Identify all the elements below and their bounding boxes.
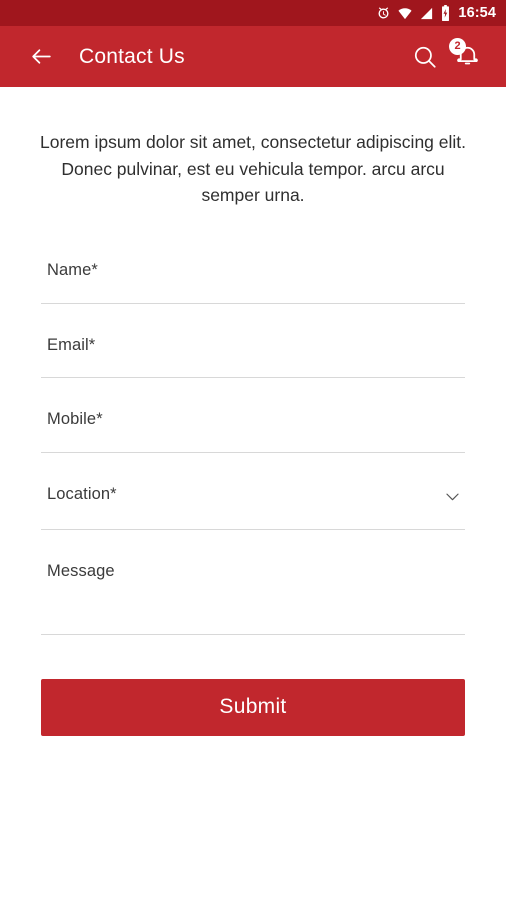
notification-badge: 2 [449,37,466,55]
status-bar: 16:54 [0,0,506,26]
page-title: Contact Us [79,44,185,68]
arrow-left-icon [31,49,51,64]
back-button[interactable] [24,40,58,74]
submit-button[interactable]: Submit [41,678,465,736]
status-time: 16:54 [458,4,496,21]
bell-wrap: 2 [446,36,488,78]
search-button[interactable] [404,36,446,78]
app-screen: 16:54 Contact Us 2 Lorem ipsum dolor sit… [0,0,506,900]
field-label-name: Name* [47,260,98,279]
chevron-down-icon[interactable] [441,485,463,507]
field-label-location: Location* [47,485,117,504]
field-label-message: Message [47,562,115,581]
wifi-icon [397,6,413,21]
intro-text: Lorem ipsum dolor sit amet, consectetur … [39,132,467,206]
battery-charging-icon [440,5,451,21]
field-message[interactable]: Message [41,552,465,635]
search-icon [414,46,436,68]
contact-form: Name* Email* Mobile* Location* Message S… [41,251,465,736]
alarm-icon [376,6,391,21]
field-email[interactable]: Email* [41,326,465,379]
field-label-email: Email* [47,335,96,354]
field-name[interactable]: Name* [41,251,465,304]
app-bar: Contact Us 2 [0,26,506,87]
notifications-button[interactable]: 2 [446,36,488,78]
field-mobile[interactable]: Mobile* [41,400,465,454]
signal-icon [419,6,434,21]
field-location[interactable]: Location* [41,475,465,531]
field-label-mobile: Mobile* [47,410,103,429]
